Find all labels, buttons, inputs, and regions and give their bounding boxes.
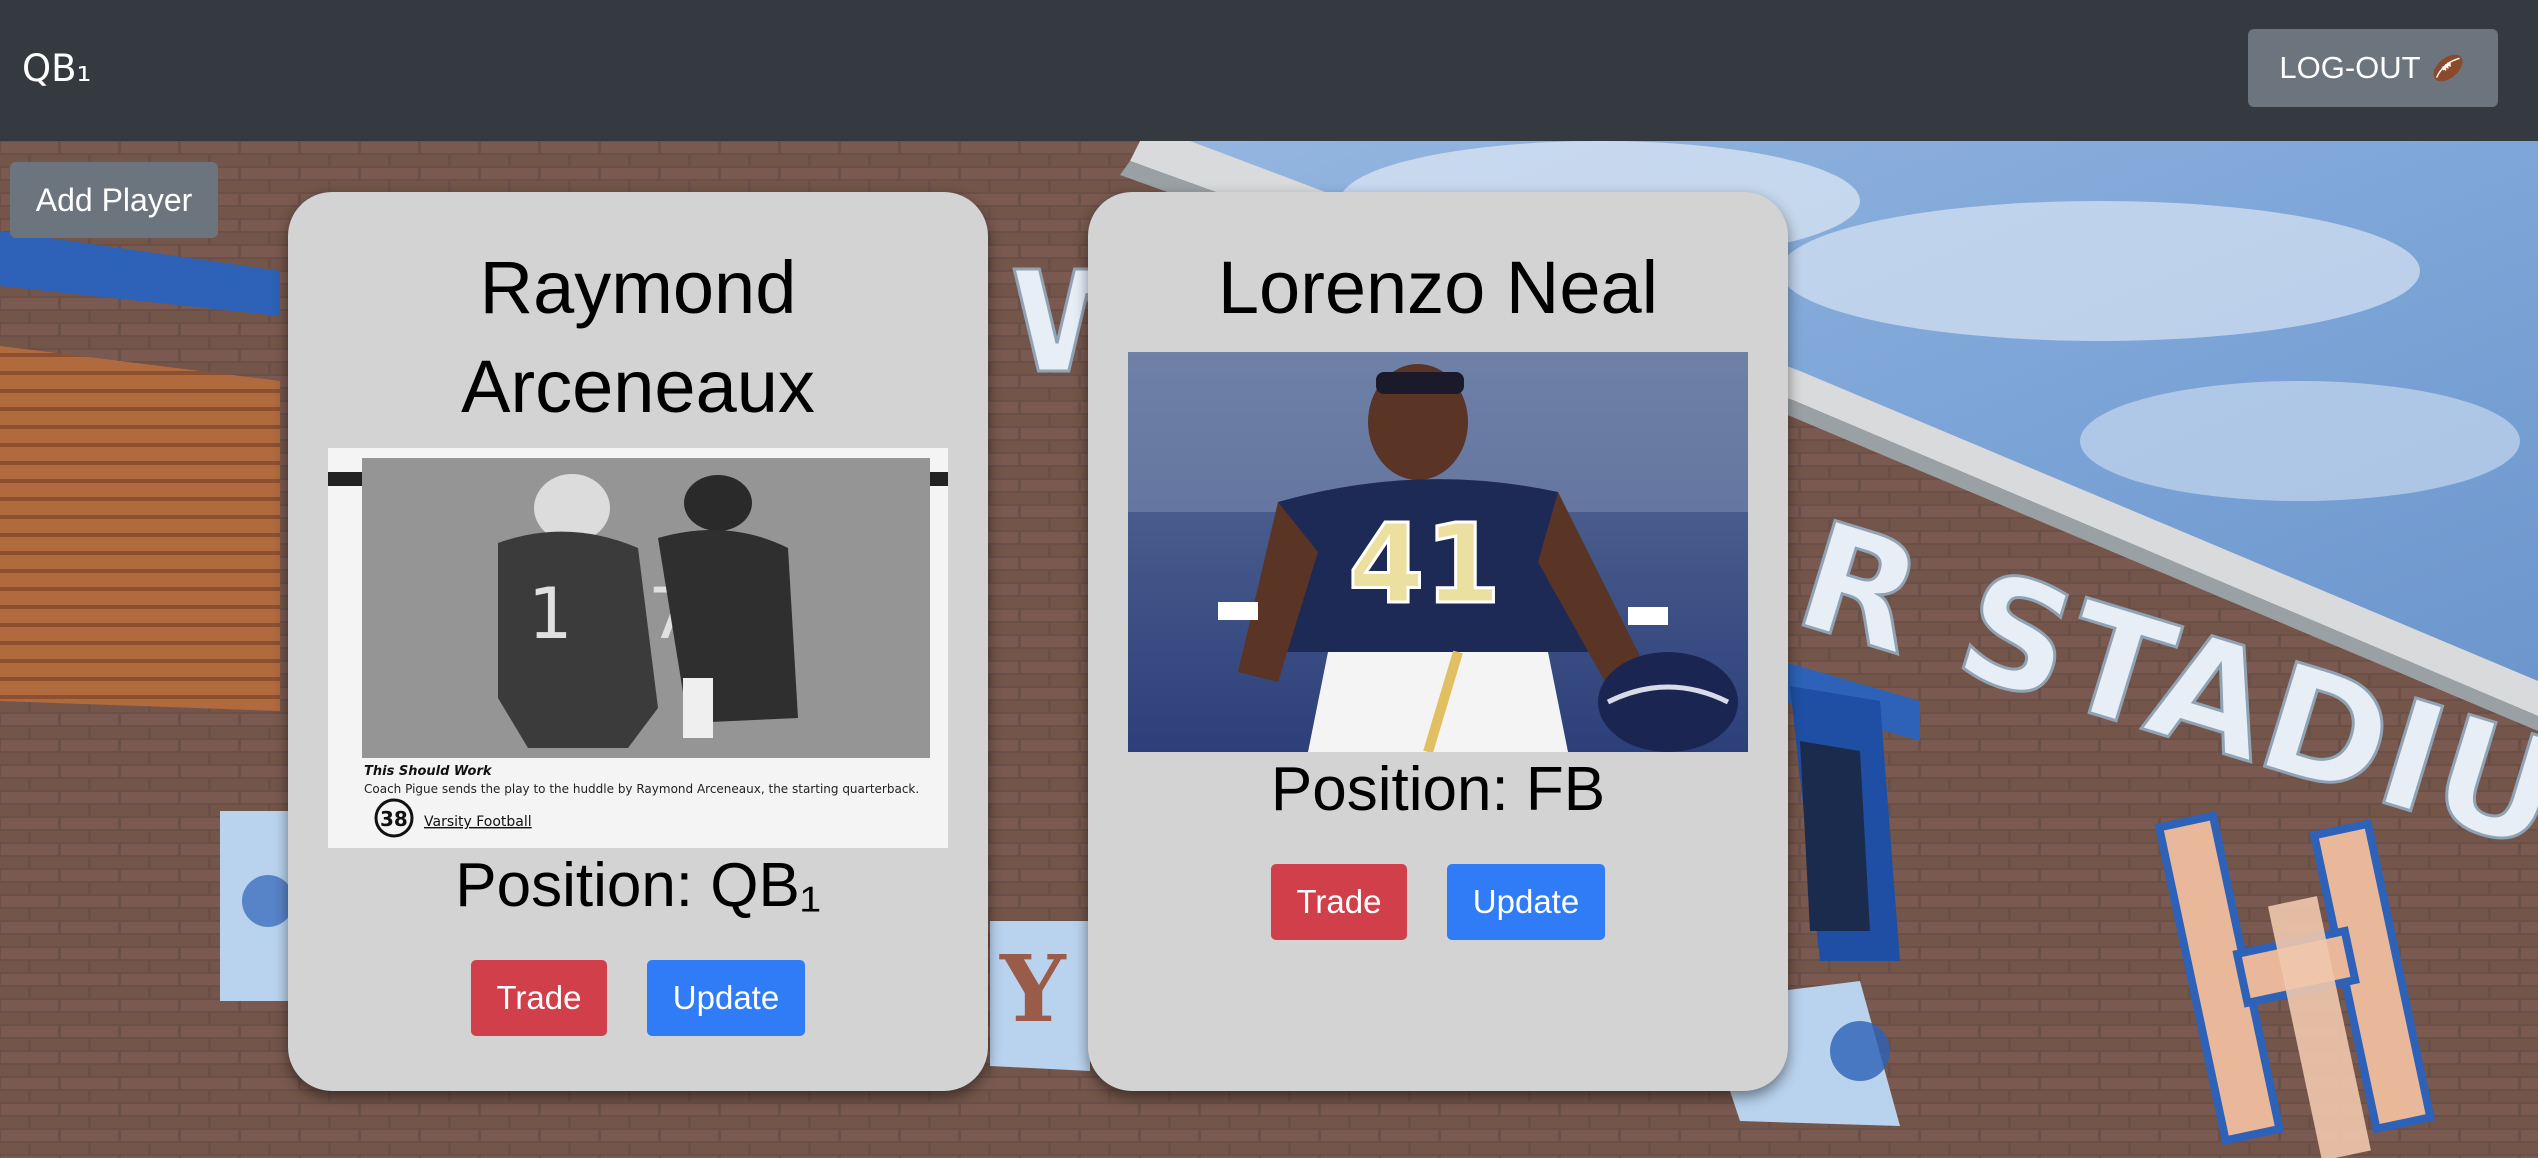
player-position: Position: QB₁ <box>455 851 821 920</box>
trade-button[interactable]: Trade <box>471 960 607 1036</box>
update-button[interactable]: Update <box>647 960 805 1036</box>
player-card: Raymond Arceneaux 1 7 This Should Work C… <box>288 192 988 1091</box>
svg-text:Y: Y <box>999 935 1067 1043</box>
svg-text:This Should Work: This Should Work <box>364 764 493 779</box>
card-actions: Trade Update <box>288 960 988 1036</box>
top-navbar: QB₁ LOG-OUT <box>0 0 2538 141</box>
photo-caption-title: This Should Work <box>364 764 493 779</box>
player-position: Position: FB <box>1270 755 1606 824</box>
add-player-button[interactable]: Add Player <box>10 162 218 238</box>
svg-text:1: 1 <box>528 573 573 655</box>
brand-logo[interactable]: QB₁ <box>22 44 91 94</box>
player-card: Lorenzo Neal 41 Position: FB Trade Updat… <box>1088 192 1788 1091</box>
logout-button[interactable]: LOG-OUT <box>2248 29 2498 107</box>
photo-caption-text: Coach Pigue sends the play to the huddle… <box>364 782 919 796</box>
player-photo: 1 7 This Should Work Coach Pigue sends t… <box>328 448 948 848</box>
player-name: Raymond Arceneaux <box>461 246 815 428</box>
player-name: Lorenzo Neal <box>1217 246 1659 329</box>
photo-page-number: 38 <box>380 807 408 831</box>
player-photo: 41 <box>1128 352 1748 752</box>
football-icon <box>2429 49 2467 87</box>
card-actions: Trade Update <box>1088 864 1788 940</box>
jersey-number: 41 <box>1348 500 1501 628</box>
logout-label: LOG-OUT <box>2279 50 2421 85</box>
trade-button[interactable]: Trade <box>1271 864 1407 940</box>
photo-section: Varsity Football <box>424 814 532 830</box>
update-button[interactable]: Update <box>1447 864 1605 940</box>
